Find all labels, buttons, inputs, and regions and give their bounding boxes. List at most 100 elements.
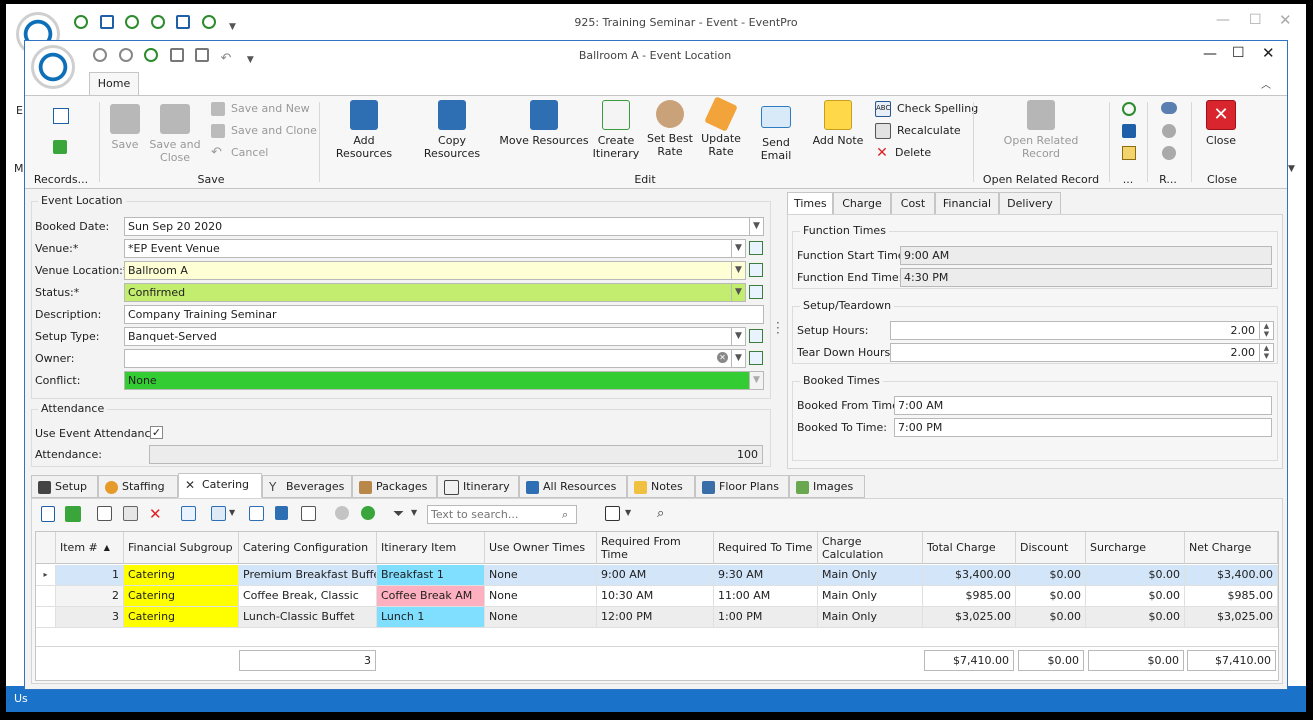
lookup-icon[interactable] (749, 263, 763, 277)
net-cell[interactable]: $985.00 (1185, 586, 1278, 607)
booked-to-field[interactable]: 7:00 PM (894, 418, 1272, 437)
arrow-up-icon[interactable] (1162, 124, 1176, 138)
refresh-icon[interactable] (201, 15, 216, 29)
column-header[interactable]: Use Owner Times (485, 532, 597, 564)
send-email-button[interactable]: Send Email (747, 100, 805, 162)
discount-cell[interactable]: $0.00 (1016, 565, 1086, 586)
itinerary-cell[interactable]: Coffee Break AM (377, 586, 485, 607)
status-field[interactable]: Confirmed (124, 283, 732, 302)
net-cell[interactable]: $3,025.00 (1185, 607, 1278, 628)
item-cell[interactable]: 2 (56, 586, 124, 607)
zoom-icon[interactable]: ⌕ (657, 506, 673, 522)
attendance-field[interactable]: 100 (149, 445, 763, 464)
grid-search-box[interactable]: ⌕ (427, 505, 577, 524)
add-resources-button[interactable]: Add Resources (325, 100, 403, 160)
to-cell[interactable]: 1:00 PM (714, 607, 818, 628)
columns-icon[interactable] (211, 506, 226, 521)
update-rate-button[interactable]: Update Rate (699, 96, 743, 158)
spin-updown-icon[interactable]: ▲ ▼ (1260, 321, 1274, 340)
filter-icon[interactable]: ⏷ (393, 506, 409, 522)
table-row[interactable]: ▸ 1 Catering Premium Breakfast Buffet Br… (36, 565, 1278, 586)
use-event-attendance-checkbox[interactable]: ✓ (150, 426, 163, 439)
booked-date-field[interactable]: Sun Sep 20 2020 (124, 217, 750, 236)
grid-icon[interactable] (123, 506, 138, 521)
save-and-new-button[interactable]: Save and New (211, 100, 310, 118)
tab-itinerary[interactable]: Itinerary (437, 475, 519, 498)
binoculars-icon[interactable] (1161, 102, 1177, 114)
save-close-icon[interactable] (195, 48, 209, 62)
config-cell[interactable]: Coffee Break, Classic (239, 586, 377, 607)
surcharge-cell[interactable]: $0.00 (1086, 586, 1185, 607)
delete-icon[interactable]: ✕ (149, 506, 165, 522)
clipboard-icon[interactable] (1122, 146, 1136, 160)
copy-icon[interactable] (65, 506, 81, 522)
calc-cell[interactable]: Main Only (818, 607, 923, 628)
to-cell[interactable]: 11:00 AM (714, 586, 818, 607)
check-spelling-button[interactable]: ABC Check Spelling (875, 100, 978, 118)
lookup-icon[interactable] (749, 329, 763, 343)
tab-packages[interactable]: Packages (352, 475, 437, 498)
net-cell[interactable]: $3,400.00 (1185, 565, 1278, 586)
chevron-down-icon[interactable]: ▼ (732, 327, 746, 346)
booked-from-field[interactable]: 7:00 AM (894, 396, 1272, 415)
chevron-down-icon[interactable]: ▼ (732, 261, 746, 280)
maximize-button[interactable]: ☐ (1232, 45, 1245, 61)
undo-icon[interactable]: ↶ (221, 51, 232, 66)
new-icon[interactable] (41, 506, 55, 522)
customize-toolbar-icon[interactable]: ▼ (247, 55, 254, 65)
setup-hours-field[interactable]: 2.00 (890, 321, 1260, 340)
print-icon[interactable] (605, 506, 620, 521)
copy-record-icon[interactable] (53, 140, 67, 154)
move-resources-button[interactable]: Move Resources (499, 100, 589, 147)
venue-location-field[interactable]: Ballroom A (124, 261, 732, 280)
customize-toolbar-icon[interactable]: ▼ (229, 22, 236, 32)
email-icon[interactable] (176, 15, 190, 29)
owner-times-cell[interactable]: None (485, 586, 597, 607)
edit-icon[interactable] (97, 506, 112, 521)
document-icon[interactable] (99, 15, 114, 29)
chevron-down-icon[interactable]: ▼ (750, 217, 764, 236)
subgroup-cell[interactable]: Catering (124, 586, 239, 607)
tab-delivery[interactable]: Delivery (999, 192, 1061, 215)
to-cell[interactable]: 9:30 AM (714, 565, 818, 586)
owner-times-cell[interactable]: None (485, 565, 597, 586)
splitter-handle[interactable]: · · · (776, 317, 780, 339)
column-header[interactable]: Required To Time (714, 532, 818, 564)
copy-resources-button[interactable]: Copy Resources (409, 100, 495, 160)
save-and-clone-button[interactable]: Save and Clone (211, 122, 317, 140)
venue-field[interactable]: *EP Event Venue (124, 239, 732, 258)
column-header[interactable]: Total Charge (923, 532, 1016, 564)
arrow-down-icon[interactable] (361, 506, 375, 520)
outer-close-button[interactable]: ✕ (1279, 11, 1292, 29)
surcharge-cell[interactable]: $0.00 (1086, 565, 1185, 586)
move-icon[interactable] (249, 506, 264, 521)
column-header[interactable]: Catering Configuration (239, 532, 377, 564)
tab-charge[interactable]: Charge (833, 192, 891, 215)
arrow-up-icon[interactable] (93, 48, 107, 62)
subgroup-cell[interactable]: Catering (124, 565, 239, 586)
tab-floor-plans[interactable]: Floor Plans (695, 475, 789, 498)
column-header[interactable]: Financial Subgroup (124, 532, 239, 564)
tab-setup[interactable]: Setup (31, 475, 98, 498)
outer-maximize-button[interactable]: ☐ (1249, 12, 1262, 28)
details-icon[interactable] (301, 506, 316, 521)
info-icon[interactable] (275, 506, 288, 520)
surcharge-cell[interactable]: $0.00 (1086, 607, 1185, 628)
conflict-field[interactable]: None (124, 371, 750, 390)
tab-times[interactable]: Times (787, 192, 833, 215)
tab-images[interactable]: Images (789, 475, 865, 498)
chevron-down-icon[interactable]: ▼ (625, 508, 631, 517)
chevron-down-icon[interactable]: ▼ (229, 508, 235, 517)
from-cell[interactable]: 12:00 PM (597, 607, 714, 628)
outer-minimize-button[interactable]: — (1216, 12, 1230, 28)
minimize-button[interactable]: — (1203, 46, 1217, 62)
column-header[interactable]: Required From Time (597, 532, 714, 564)
table-row[interactable]: 2 Catering Coffee Break, Classic Coffee … (36, 586, 1278, 607)
from-cell[interactable]: 10:30 AM (597, 586, 714, 607)
refresh-icon[interactable] (144, 48, 158, 62)
calc-cell[interactable]: Main Only (818, 586, 923, 607)
search-icon[interactable]: ⌕ (562, 508, 568, 522)
config-cell[interactable]: Premium Breakfast Buffet (239, 565, 377, 586)
column-header[interactable]: Net Charge (1185, 532, 1278, 564)
column-header[interactable]: Charge Calculation (818, 532, 923, 564)
